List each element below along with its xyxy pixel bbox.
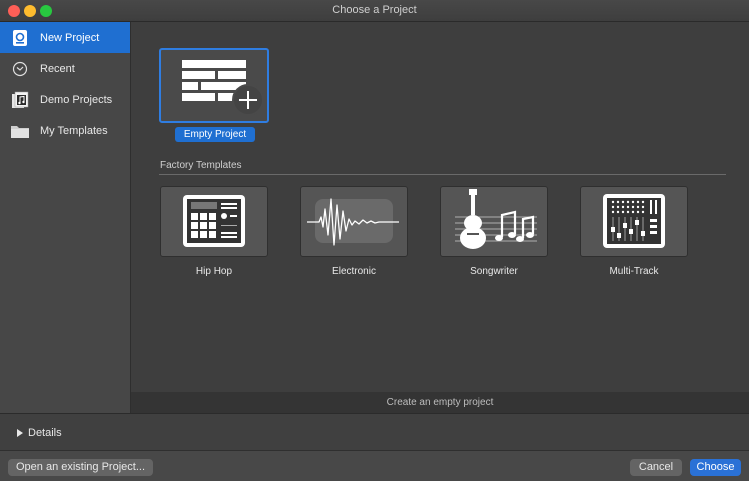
sidebar-item-label: New Project: [40, 31, 100, 44]
sidebar-item-label: Recent: [40, 62, 75, 75]
title-bar: Choose a Project: [0, 0, 749, 22]
sidebar-item-demo-projects[interactable]: Demo Projects: [0, 84, 130, 115]
template-label-electronic[interactable]: Electronic: [300, 266, 408, 277]
factory-templates-heading: Factory Templates: [160, 160, 242, 171]
choose-button[interactable]: Choose: [690, 459, 741, 476]
sidebar: New Project Recent Demo Projects My Temp…: [0, 22, 131, 413]
section-divider: [159, 174, 726, 175]
template-label-hip-hop[interactable]: Hip Hop: [160, 266, 268, 277]
sidebar-item-my-templates[interactable]: My Templates: [0, 115, 130, 146]
folder-icon: [10, 121, 30, 141]
template-electronic[interactable]: [300, 186, 408, 257]
sidebar-item-recent[interactable]: Recent: [0, 53, 130, 84]
template-browser: Empty Project Factory Templates Hip Hop …: [131, 22, 749, 413]
music-note-icon: [10, 90, 30, 110]
project-chooser-window: Choose a Project New Project Recent Demo…: [0, 0, 749, 481]
cancel-button[interactable]: Cancel: [630, 459, 682, 476]
template-hip-hop[interactable]: [160, 186, 268, 257]
new-project-icon: [10, 28, 30, 48]
sidebar-item-label: Demo Projects: [40, 93, 113, 106]
empty-project-label[interactable]: Empty Project: [175, 127, 255, 142]
template-label-multi-track[interactable]: Multi-Track: [580, 266, 688, 277]
clock-icon: [10, 59, 30, 79]
template-songwriter[interactable]: [440, 186, 548, 257]
sidebar-item-new-project[interactable]: New Project: [0, 22, 130, 53]
template-label-songwriter[interactable]: Songwriter: [440, 266, 548, 277]
template-multi-track[interactable]: [580, 186, 688, 257]
status-description: Create an empty project: [131, 392, 749, 413]
sidebar-item-label: My Templates: [40, 124, 108, 137]
details-label: Details: [28, 427, 62, 439]
open-existing-project-button[interactable]: Open an existing Project...: [8, 459, 153, 476]
bottom-toolbar: Open an existing Project... Cancel Choos…: [0, 450, 749, 481]
details-disclosure[interactable]: Details: [0, 413, 749, 450]
disclosure-triangle-icon: [17, 429, 23, 437]
window-title: Choose a Project: [332, 4, 417, 16]
empty-project-tile[interactable]: [159, 48, 269, 123]
